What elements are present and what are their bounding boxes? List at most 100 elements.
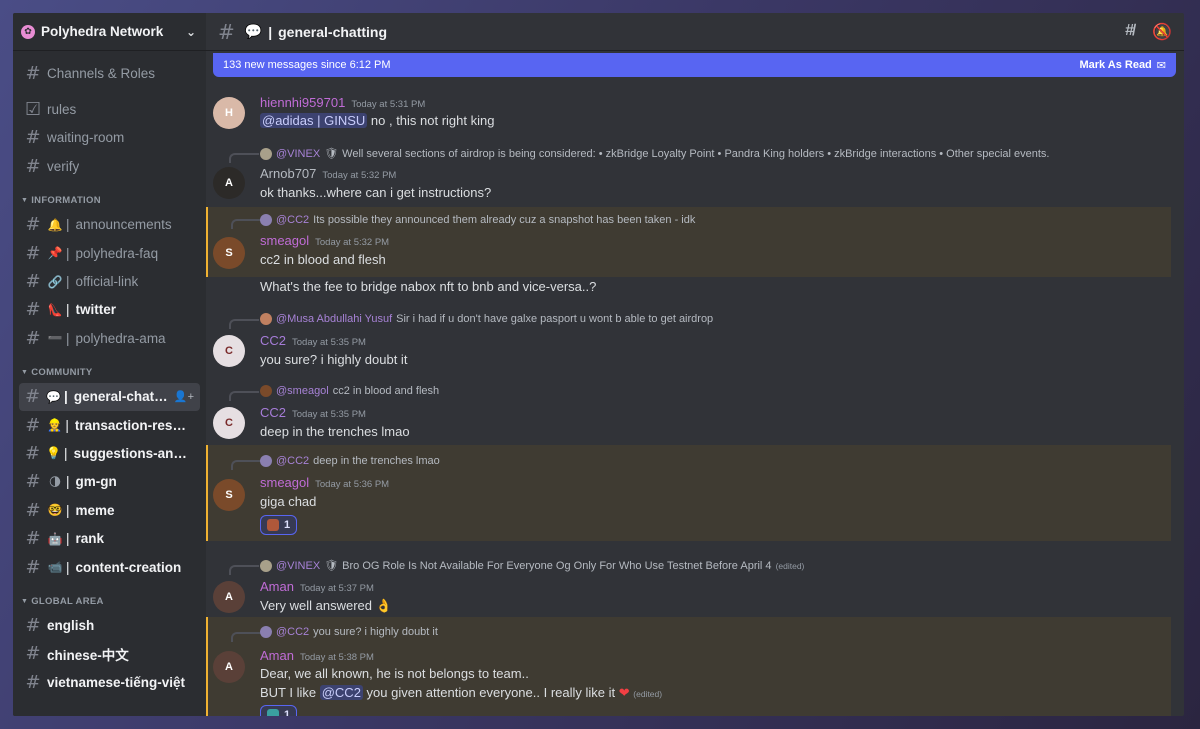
sidebar-item-twitter[interactable]: # 👠 | twitter bbox=[19, 296, 200, 324]
message[interactable]: @VINEX 🛡 Bro OG Role Is Not Available Fo… bbox=[206, 549, 1171, 617]
user-mention[interactable]: @adidas | GINSU bbox=[260, 113, 368, 128]
reply-preview[interactable]: @CC2 you sure? i highly doubt it bbox=[260, 626, 438, 638]
sidebar-item-verify[interactable]: # verify bbox=[19, 152, 200, 180]
caret-down-icon: ▼ bbox=[21, 369, 29, 377]
avatar[interactable]: A bbox=[213, 167, 245, 199]
avatar[interactable]: S bbox=[213, 479, 245, 511]
message-highlighted[interactable]: @CC2 deep in the trenches lmao S smeagol… bbox=[206, 445, 1171, 541]
sidebar-item-waiting-room[interactable]: # waiting-room bbox=[19, 124, 200, 152]
reply-username[interactable]: @VINEX bbox=[276, 148, 320, 160]
reply-avatar bbox=[260, 214, 272, 226]
sidebar-item-announcements[interactable]: # 🔔 | announcements bbox=[19, 211, 200, 239]
edited-marker: (edited) bbox=[633, 689, 663, 699]
bell-slash-icon[interactable]: 🔕 bbox=[1152, 22, 1172, 42]
sidebar-item-rank[interactable]: # 🤖 | rank bbox=[19, 524, 200, 552]
message[interactable]: @Musa Abdullahi Yusuf Sir i had if u don… bbox=[206, 309, 1171, 369]
username[interactable]: Aman bbox=[260, 579, 294, 594]
chevron-down-icon[interactable]: ⌄ bbox=[186, 25, 196, 39]
sidebar-item-meme[interactable]: # 🤓 | meme bbox=[19, 496, 200, 524]
avatar[interactable]: C bbox=[213, 335, 245, 367]
reply-preview[interactable]: @Musa Abdullahi Yusuf Sir i had if u don… bbox=[260, 313, 713, 325]
sidebar-item-label: transaction-results bbox=[74, 417, 195, 433]
server-header[interactable]: ✿ Polyhedra Network ⌄ bbox=[13, 13, 206, 51]
username[interactable]: smeagol bbox=[260, 233, 309, 248]
shield-badge-icon: 🛡 bbox=[324, 148, 339, 160]
hash-icon: # bbox=[25, 155, 41, 177]
reply-username[interactable]: @Musa Abdullahi Yusuf bbox=[276, 313, 392, 325]
sidebar-item-general-chatting[interactable]: # 💬 | general-chatting 👤+ bbox=[19, 382, 200, 411]
sidebar-item-english[interactable]: # english bbox=[19, 611, 200, 639]
reply-preview[interactable]: @smeagol cc2 in blood and flesh bbox=[260, 385, 439, 397]
reply-username[interactable]: @smeagol bbox=[276, 385, 329, 397]
avatar[interactable]: S bbox=[213, 237, 245, 269]
hash-icon: # bbox=[25, 671, 41, 693]
message[interactable]: H hiennhi959701 Today at 5:31 PM @adidas… bbox=[206, 95, 1171, 133]
avatar[interactable]: C bbox=[213, 407, 245, 439]
username[interactable]: Arnob707 bbox=[260, 166, 316, 181]
reply-username[interactable]: @CC2 bbox=[276, 626, 309, 638]
discord-window: ✿ Polyhedra Network ⌄ # Channels & Roles… bbox=[13, 13, 1184, 716]
username[interactable]: hiennhi959701 bbox=[260, 95, 345, 110]
reaction-button[interactable]: 1 bbox=[260, 515, 298, 535]
reply-text: deep in the trenches lmao bbox=[313, 455, 440, 467]
sidebar-item-chinese[interactable]: # chinese-中文 bbox=[19, 640, 200, 668]
reply-preview[interactable]: @CC2 Its possible they announced them al… bbox=[260, 214, 695, 226]
category-global-area[interactable]: ▼ GLOBAL AREA bbox=[19, 581, 200, 611]
message-highlighted[interactable]: @CC2 you sure? i highly doubt it A Aman … bbox=[206, 617, 1171, 716]
reply-text: you sure? i highly doubt it bbox=[313, 626, 438, 638]
message-highlighted[interactable]: @CC2 Its possible they announced them al… bbox=[206, 207, 1171, 277]
new-messages-bar[interactable]: 133 new messages since 6:12 PM Mark As R… bbox=[213, 53, 1176, 77]
sidebar-item-label: twitter bbox=[75, 302, 117, 318]
sidebar-item-channels-roles[interactable]: # Channels & Roles bbox=[19, 59, 200, 87]
timestamp: Today at 5:37 PM bbox=[299, 583, 374, 594]
message-body: giga chad bbox=[260, 494, 317, 509]
timestamp: Today at 5:36 PM bbox=[315, 479, 390, 490]
sidebar-item-polyhedra-ama[interactable]: # ➖ | polyhedra-ama bbox=[19, 324, 200, 352]
reply-preview[interactable]: @VINEX 🛡 Bro OG Role Is Not Available Fo… bbox=[260, 559, 804, 572]
message[interactable]: @smeagol cc2 in blood and flesh C CC2 To… bbox=[206, 381, 1171, 441]
robot-icon: 🤖 bbox=[47, 531, 63, 546]
avatar[interactable]: A bbox=[213, 651, 245, 683]
add-member-icon[interactable]: 👤+ bbox=[174, 390, 194, 403]
reply-username[interactable]: @CC2 bbox=[276, 214, 309, 226]
message-body: What's the fee to bridge nabox nft to bn… bbox=[260, 279, 597, 294]
user-mention[interactable]: @CC2 bbox=[319, 685, 363, 700]
hash-icon: # bbox=[25, 214, 41, 236]
message-body: Very well answered 👌 bbox=[260, 598, 392, 613]
reply-text: Its possible they announced them already… bbox=[313, 214, 696, 226]
reply-preview[interactable]: @CC2 deep in the trenches lmao bbox=[260, 455, 440, 467]
caret-down-icon: ▼ bbox=[21, 597, 29, 605]
reply-text: Well several sections of airdrop is bein… bbox=[342, 147, 1050, 160]
sidebar-item-official-link[interactable]: # 🔗 | official-link bbox=[19, 267, 200, 295]
hash-icon: # bbox=[25, 471, 41, 493]
sidebar-item-vietnamese[interactable]: # vietnamese-tiếng-việt bbox=[19, 668, 200, 696]
sidebar-item-label: chinese-中文 bbox=[47, 647, 129, 663]
username[interactable]: smeagol bbox=[260, 475, 309, 490]
avatar[interactable]: A bbox=[213, 581, 245, 613]
sidebar-item-label: announcements bbox=[75, 217, 172, 233]
username[interactable]: CC2 bbox=[260, 405, 286, 420]
reaction-button[interactable]: 1 bbox=[260, 705, 298, 716]
message-text: BUT I like bbox=[260, 685, 320, 700]
sidebar-item-suggestions[interactable]: # 💡 | suggestions-and-err... bbox=[19, 439, 200, 467]
sidebar-item-polyhedra-faq[interactable]: # 📌 | polyhedra-faq bbox=[19, 239, 200, 267]
threads-icon[interactable]: #̸ bbox=[1125, 22, 1134, 42]
category-information[interactable]: ▼ INFORMATION bbox=[19, 181, 200, 211]
message-continuation[interactable]: What's the fee to bridge nabox nft to bn… bbox=[206, 277, 1171, 299]
category-community[interactable]: ▼ COMMUNITY bbox=[19, 353, 200, 383]
mark-as-read-button[interactable]: Mark As Read ✉ bbox=[1079, 59, 1166, 72]
message-body-line2: BUT I like @CC2 you given attention ever… bbox=[260, 685, 662, 701]
message-body: no , this not right king bbox=[367, 113, 495, 128]
reply-username[interactable]: @CC2 bbox=[276, 455, 309, 467]
reply-preview[interactable]: @VINEX 🛡 Well several sections of airdro… bbox=[260, 147, 1050, 160]
username[interactable]: CC2 bbox=[260, 333, 286, 348]
sidebar-item-gm-gn[interactable]: # 🌗 | gm-gn bbox=[19, 468, 200, 496]
sidebar-item-content-creation[interactable]: # 📹 | content-creation bbox=[19, 553, 200, 581]
sidebar-item-rules[interactable]: ☑ rules bbox=[19, 95, 200, 123]
sidebar-item-transaction-results[interactable]: # 👷 | transaction-results bbox=[19, 411, 200, 439]
reply-username[interactable]: @VINEX bbox=[276, 560, 320, 572]
avatar[interactable]: H bbox=[213, 97, 245, 129]
username[interactable]: Aman bbox=[260, 648, 294, 663]
message[interactable]: @VINEX 🛡 Well several sections of airdro… bbox=[206, 143, 1171, 201]
hash-icon: # bbox=[25, 643, 41, 665]
